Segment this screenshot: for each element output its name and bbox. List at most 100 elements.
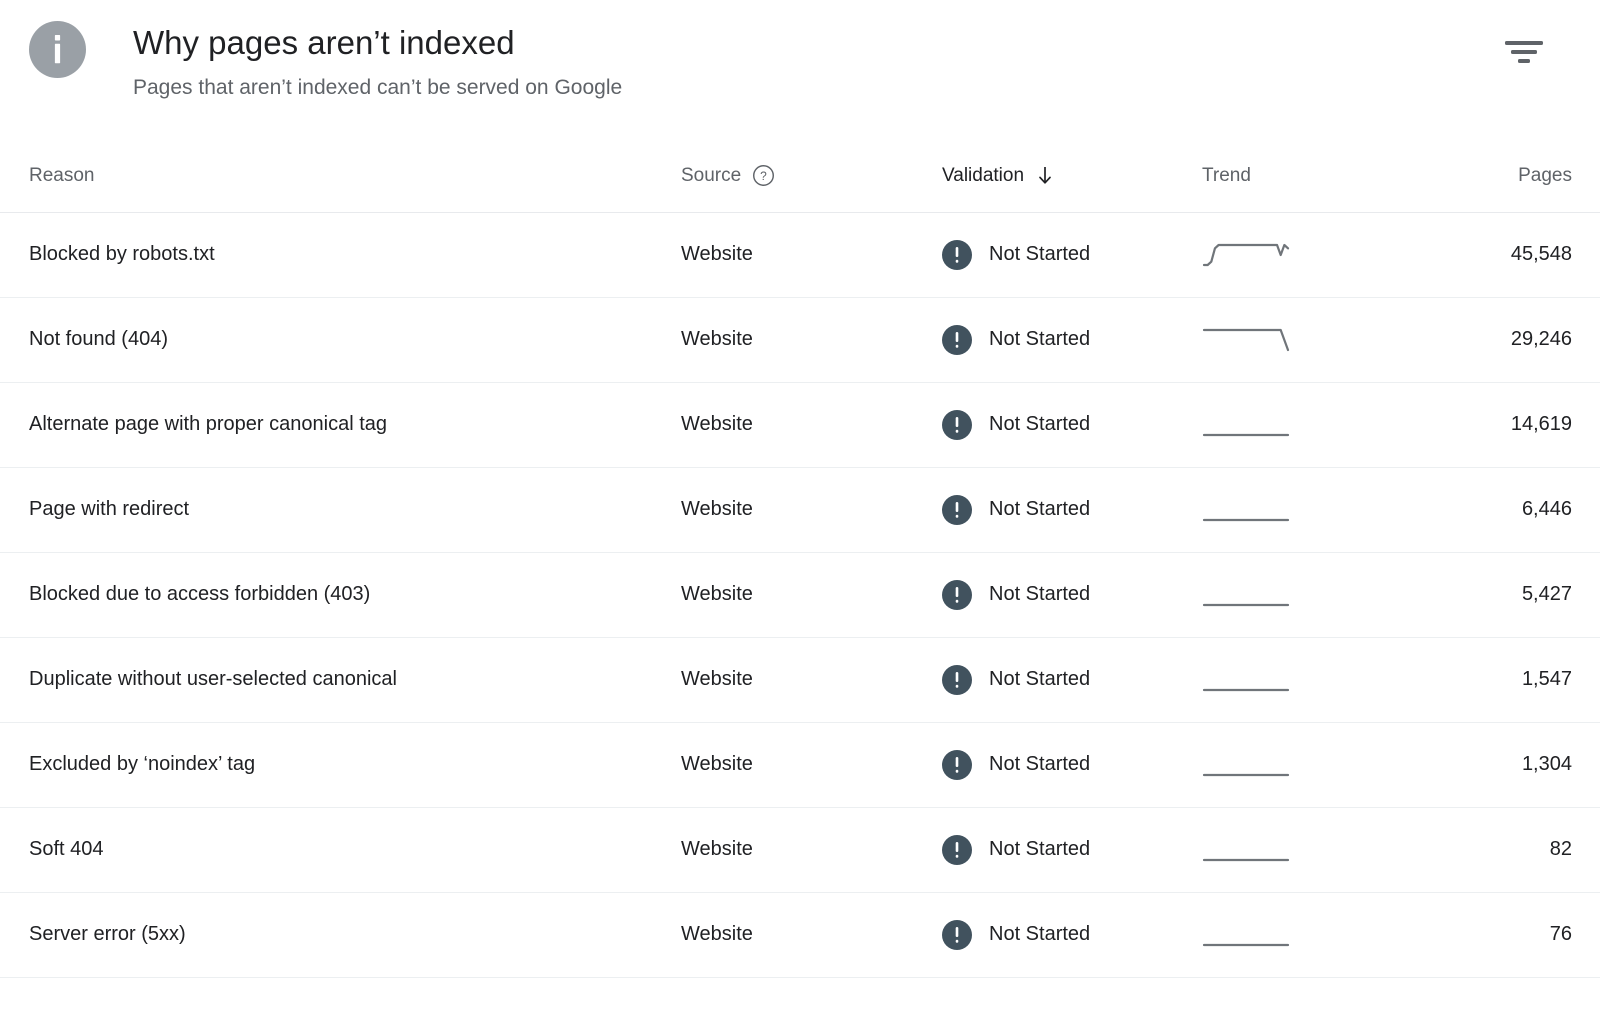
table-row[interactable]: Duplicate without user-selected canonica…	[0, 637, 1600, 722]
table-row[interactable]: Alternate page with proper canonical tag…	[0, 382, 1600, 467]
cell-trend	[1200, 807, 1420, 892]
cell-source: Website	[680, 212, 940, 297]
table-row[interactable]: Blocked by robots.txtWebsite Not Started 4…	[0, 212, 1600, 297]
cell-source: Website	[680, 382, 940, 467]
trend-sparkline	[1202, 838, 1419, 862]
cell-source: Website	[680, 297, 940, 382]
exclamation-circle-icon	[942, 665, 972, 695]
cell-reason[interactable]: Not found (404)	[0, 297, 680, 382]
cell-trend	[1200, 212, 1420, 297]
cell-pages: 82	[1420, 807, 1600, 892]
validation-status: Not Started	[942, 750, 1199, 780]
page-title: Why pages aren’t indexed	[133, 23, 1600, 63]
cell-trend	[1200, 637, 1420, 722]
cell-source: Website	[680, 637, 940, 722]
cell-reason[interactable]: Page with redirect	[0, 467, 680, 552]
cell-validation: Not Started	[940, 807, 1200, 892]
cell-pages: 1,304	[1420, 722, 1600, 807]
cell-trend	[1200, 382, 1420, 467]
validation-status-label: Not Started	[989, 923, 1090, 946]
table-row[interactable]: Soft 404WebsiteNot Started 82	[0, 807, 1600, 892]
column-header-trend[interactable]: Trend	[1200, 140, 1420, 212]
cell-validation: Not Started	[940, 297, 1200, 382]
info-icon	[29, 21, 86, 78]
cell-reason[interactable]: Soft 404	[0, 807, 680, 892]
validation-status: Not Started	[942, 920, 1199, 950]
help-circle-icon[interactable]: ?	[752, 164, 775, 187]
cell-pages: 29,246	[1420, 297, 1600, 382]
column-header-source[interactable]: Source ?	[680, 140, 940, 212]
validation-status: Not Started	[942, 665, 1199, 695]
table-row[interactable]: Page with redirectWebsite Not Started 6,44…	[0, 467, 1600, 552]
cell-reason[interactable]: Duplicate without user-selected canonica…	[0, 637, 680, 722]
cell-source: Website	[680, 807, 940, 892]
table-header-row: Reason Source ? Validation	[0, 140, 1600, 212]
cell-validation: Not Started	[940, 382, 1200, 467]
validation-status-label: Not Started	[989, 498, 1090, 521]
index-reasons-table: Reason Source ? Validation	[0, 140, 1600, 978]
validation-status-label: Not Started	[989, 753, 1090, 776]
trend-sparkline	[1202, 923, 1419, 947]
filter-button[interactable]	[1500, 28, 1548, 76]
table-body: Blocked by robots.txtWebsiteNot Started4…	[0, 212, 1600, 977]
cell-trend	[1200, 892, 1420, 977]
cell-reason[interactable]: Server error (5xx)	[0, 892, 680, 977]
cell-source: Website	[680, 552, 940, 637]
svg-text:?: ?	[760, 169, 767, 183]
cell-pages: 45,548	[1420, 212, 1600, 297]
cell-trend	[1200, 722, 1420, 807]
cell-trend	[1200, 467, 1420, 552]
exclamation-circle-icon	[942, 240, 972, 270]
column-header-trend-label: Trend	[1202, 165, 1251, 187]
trend-sparkline	[1202, 583, 1419, 607]
column-header-pages[interactable]: Pages	[1420, 140, 1600, 212]
trend-sparkline	[1202, 243, 1419, 267]
exclamation-circle-icon	[942, 495, 972, 525]
exclamation-circle-icon	[942, 410, 972, 440]
cell-reason[interactable]: Excluded by ‘noindex’ tag	[0, 722, 680, 807]
validation-status-label: Not Started	[989, 328, 1090, 351]
cell-validation: Not Started	[940, 722, 1200, 807]
page-subtitle: Pages that aren’t indexed can’t be serve…	[133, 74, 1600, 102]
cell-source: Website	[680, 467, 940, 552]
validation-status: Not Started	[942, 495, 1199, 525]
column-header-validation-label: Validation	[942, 165, 1024, 187]
column-header-source-label: Source	[681, 165, 741, 187]
table-row[interactable]: Blocked due to access forbidden (403)Web…	[0, 552, 1600, 637]
validation-status-label: Not Started	[989, 583, 1090, 606]
cell-pages: 1,547	[1420, 637, 1600, 722]
exclamation-circle-icon	[942, 580, 972, 610]
cell-trend	[1200, 297, 1420, 382]
trend-sparkline	[1202, 753, 1419, 777]
cell-validation: Not Started	[940, 552, 1200, 637]
table-row[interactable]: Not found (404)Website Not Started 29,246	[0, 297, 1600, 382]
validation-status-label: Not Started	[989, 413, 1090, 436]
cell-trend	[1200, 552, 1420, 637]
validation-status: Not Started	[942, 410, 1199, 440]
column-header-validation[interactable]: Validation	[940, 140, 1200, 212]
validation-status-label: Not Started	[989, 668, 1090, 691]
cell-validation: Not Started	[940, 637, 1200, 722]
page-header: Why pages aren’t indexed Pages that aren…	[0, 0, 1600, 140]
cell-source: Website	[680, 722, 940, 807]
cell-validation: Not Started	[940, 212, 1200, 297]
trend-sparkline	[1202, 413, 1419, 437]
table-row[interactable]: Excluded by ‘noindex’ tagWebsite Not Star…	[0, 722, 1600, 807]
cell-pages: 6,446	[1420, 467, 1600, 552]
column-header-reason[interactable]: Reason	[0, 140, 680, 212]
column-header-pages-label: Pages	[1518, 165, 1572, 187]
column-header-reason-label: Reason	[29, 165, 95, 187]
arrow-down-icon[interactable]	[1035, 165, 1055, 187]
validation-status-label: Not Started	[989, 243, 1090, 266]
exclamation-circle-icon	[942, 920, 972, 950]
trend-sparkline	[1202, 668, 1419, 692]
exclamation-circle-icon	[942, 750, 972, 780]
cell-pages: 76	[1420, 892, 1600, 977]
cell-reason[interactable]: Blocked by robots.txt	[0, 212, 680, 297]
filter-icon	[1504, 39, 1544, 65]
validation-status: Not Started	[942, 240, 1199, 270]
table-row[interactable]: Server error (5xx)WebsiteNot Started76	[0, 892, 1600, 977]
cell-reason[interactable]: Blocked due to access forbidden (403)	[0, 552, 680, 637]
cell-reason[interactable]: Alternate page with proper canonical tag	[0, 382, 680, 467]
cell-validation: Not Started	[940, 892, 1200, 977]
